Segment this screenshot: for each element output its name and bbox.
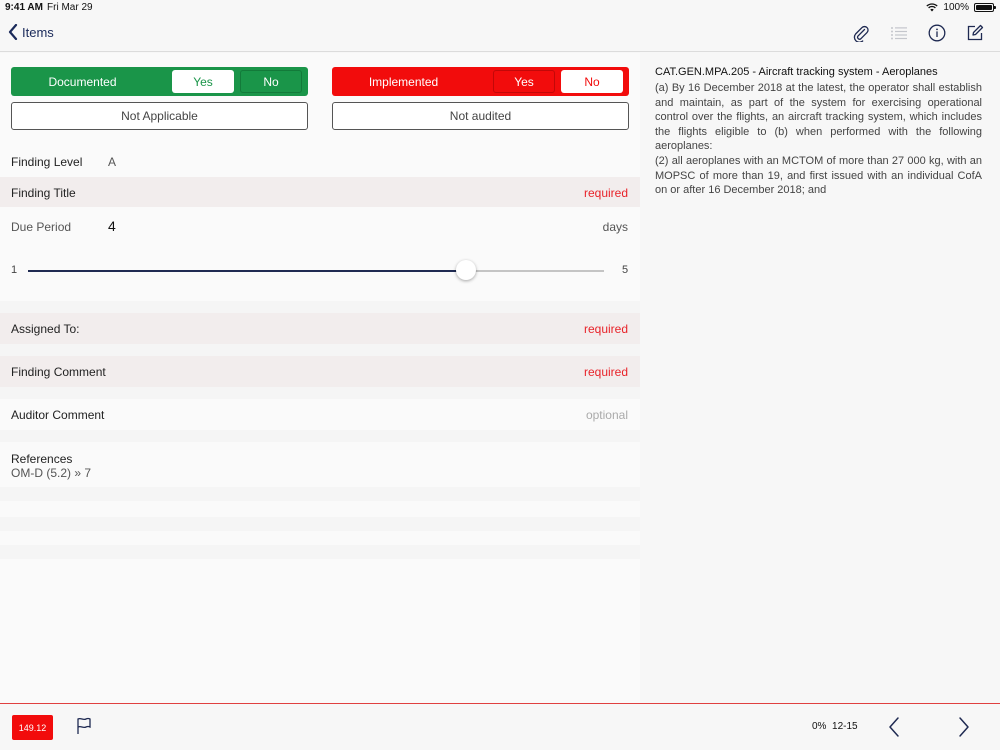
- list-icon[interactable]: [888, 22, 910, 44]
- regulation-paragraph: (a) By 16 December 2018 at the latest, t…: [655, 82, 982, 153]
- spacer-row: [0, 344, 640, 356]
- due-period-unit: days: [602, 220, 628, 234]
- regulation-body: (a) By 16 December 2018 at the latest, t…: [655, 81, 982, 198]
- due-period-slider[interactable]: [28, 260, 604, 280]
- wifi-icon: [926, 3, 939, 12]
- slider-fill: [28, 270, 466, 272]
- battery-percent: 100%: [943, 2, 969, 13]
- item-number-badge[interactable]: 149.12: [12, 715, 53, 740]
- due-period-value: 4: [108, 218, 116, 234]
- finding-level-label: Finding Level: [11, 155, 83, 169]
- finding-title-row[interactable]: Finding Title required: [0, 177, 640, 207]
- auditor-comment-row[interactable]: Auditor Comment optional: [0, 399, 640, 430]
- status-date: Fri Mar 29: [47, 2, 93, 13]
- regulation-panel: CAT.GEN.MPA.205 - Aircraft tracking syst…: [641, 53, 1000, 703]
- auditor-comment-label: Auditor Comment: [11, 408, 105, 422]
- chevron-left-icon: [8, 24, 18, 40]
- empty-row: [0, 501, 640, 517]
- next-button[interactable]: [957, 716, 971, 743]
- info-icon[interactable]: [926, 22, 948, 44]
- documented-segment: Documented Yes No: [11, 67, 308, 96]
- assigned-to-required: required: [583, 322, 628, 336]
- finding-title-label: Finding Title: [11, 186, 76, 200]
- slider-min-label: 1: [11, 264, 18, 276]
- empty-row: [0, 531, 640, 545]
- edit-icon[interactable]: [964, 22, 986, 44]
- spacer-row: [0, 517, 640, 531]
- implemented-yes-option[interactable]: Yes: [493, 70, 555, 93]
- regulation-paragraph: (2) all aeroplanes with an MCTOM of more…: [655, 154, 982, 197]
- finding-level-row[interactable]: Finding Level A: [0, 147, 640, 177]
- documented-yes-option[interactable]: Yes: [172, 70, 234, 93]
- implemented-segment: Implemented Yes No: [332, 67, 629, 96]
- auditor-comment-optional: optional: [585, 408, 628, 422]
- chevron-left-icon: [889, 717, 899, 737]
- assigned-to-row[interactable]: Assigned To: required: [0, 313, 640, 344]
- spacer-row: [0, 301, 640, 313]
- back-button[interactable]: Items: [8, 24, 54, 40]
- not-applicable-button[interactable]: Not Applicable: [11, 102, 308, 130]
- battery-icon: [974, 3, 996, 12]
- finding-form: Documented Yes No Implemented Yes No Not…: [0, 53, 640, 703]
- due-period-row: Due Period 4 days: [0, 207, 640, 301]
- slider-max-label: 5: [622, 264, 629, 276]
- spacer-row: [0, 430, 640, 442]
- spacer-row: [0, 487, 640, 501]
- finding-level-value: A: [108, 155, 117, 169]
- chevron-right-icon: [959, 717, 969, 737]
- paperclip-icon[interactable]: [850, 22, 872, 44]
- nav-actions: [850, 22, 986, 44]
- status-bar: 9:41 AM Fri Mar 29 100%: [0, 0, 1000, 16]
- progress-range: 12-15: [832, 721, 858, 732]
- finding-comment-row[interactable]: Finding Comment required: [0, 356, 640, 387]
- progress-indicator: 0% 12-15: [812, 721, 858, 732]
- references-label: References: [11, 452, 73, 466]
- finding-comment-required: required: [583, 365, 628, 379]
- documented-label: Documented: [48, 74, 117, 89]
- implemented-no-option[interactable]: No: [561, 70, 623, 93]
- spacer-row: [0, 387, 640, 399]
- status-right: 100%: [926, 2, 996, 13]
- slider-thumb[interactable]: [456, 260, 476, 280]
- due-period-label: Due Period: [11, 220, 72, 234]
- assigned-to-label: Assigned To:: [11, 322, 80, 336]
- implemented-label: Implemented: [368, 74, 439, 89]
- spacer-row: [0, 545, 640, 559]
- back-label: Items: [22, 24, 54, 40]
- references-value: OM-D (5.2) » 7: [11, 466, 92, 480]
- previous-button[interactable]: [887, 716, 901, 743]
- status-time: 9:41 AM: [5, 2, 43, 13]
- references-row[interactable]: References OM-D (5.2) » 7: [0, 442, 640, 487]
- not-audited-button[interactable]: Not audited: [332, 102, 629, 130]
- flag-icon[interactable]: [76, 717, 92, 740]
- finding-title-required: required: [583, 186, 628, 200]
- navigation-bar: Items: [0, 16, 1000, 52]
- progress-percent: 0%: [812, 721, 827, 732]
- regulation-title: CAT.GEN.MPA.205 - Aircraft tracking syst…: [655, 66, 938, 78]
- documented-no-option[interactable]: No: [240, 70, 302, 93]
- finding-comment-label: Finding Comment: [11, 365, 106, 379]
- bottom-toolbar: 149.12 0% 12-15: [0, 703, 1000, 750]
